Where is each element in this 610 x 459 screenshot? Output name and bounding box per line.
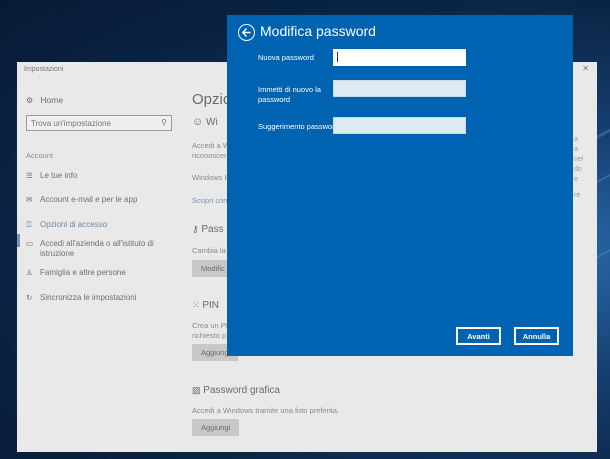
next-button[interactable]: Avanti	[456, 327, 501, 345]
sidebar-item-label: Opzioni di accesso	[40, 220, 108, 229]
sidebar-item-sign-in-options[interactable]: ⚿ Opzioni di accesso	[26, 220, 176, 230]
sidebar-item-family[interactable]: ♙ Famiglia e altre persone	[26, 268, 176, 278]
windows-hello-text-2: riconoscer	[192, 151, 227, 160]
password-description: Cambia la	[192, 246, 226, 255]
sidebar-item-label: Sincronizza le impostazioni	[40, 293, 137, 302]
right-text-fragment: nel	[574, 156, 584, 163]
password-hint-input[interactable]	[333, 117, 466, 134]
text-caret	[337, 52, 338, 62]
sync-icon: ↻	[26, 293, 33, 302]
confirm-password-label: Immetti di nuovo la password	[258, 85, 321, 104]
pin-heading: ⁙ PIN	[192, 300, 219, 311]
right-text-fragment: a	[574, 136, 578, 143]
gear-icon: ⚙	[26, 96, 34, 105]
sidebar-section-account: Account	[26, 151, 54, 160]
active-item-indicator	[17, 234, 20, 247]
right-text-fragment: do	[574, 166, 582, 173]
new-password-label: Nuova password	[258, 53, 314, 62]
briefcase-icon: ▭	[26, 239, 34, 248]
settings-search-input[interactable]: Trova un'impostazione ⚲	[26, 115, 172, 131]
sidebar-item-email-accounts[interactable]: ✉ Account e-mail e per le app	[26, 195, 176, 205]
page-title: Opzio	[192, 91, 232, 108]
sidebar-item-label: Famiglia e altre persone	[40, 268, 126, 277]
sidebar-item-label: Accedi all'azienda o all'istituto di ist…	[40, 239, 154, 258]
people-icon: ♙	[26, 268, 33, 277]
sidebar-home-label: Home	[40, 95, 64, 105]
settings-sidebar: ⚙ Home Trova un'impostazione ⚲ Account ☰…	[17, 78, 179, 452]
password-hint-label: Suggerimento password	[258, 122, 339, 131]
add-picture-password-button[interactable]: Aggiungi	[192, 419, 240, 436]
sidebar-home[interactable]: ⚙ Home	[26, 95, 63, 105]
key-icon: ⚿	[26, 220, 32, 229]
picture-password-heading: ▨ Password grafica	[192, 385, 280, 396]
windows-hello-heading: ☺ Wi	[192, 116, 218, 128]
key-icon: ⚷	[192, 224, 199, 234]
sidebar-item-work-school[interactable]: ▭ Accedi all'azienda o all'istituto di is…	[26, 239, 176, 259]
sidebar-item-your-info[interactable]: ☰ Le tue info	[26, 171, 176, 181]
windows-hello-text-3: Windows H	[192, 173, 230, 182]
dialog-title: Modifica password	[260, 23, 376, 39]
pin-description-1: Crea un PI	[192, 321, 228, 330]
window-close-icon[interactable]: ✕	[582, 64, 589, 73]
picture-password-description: Accedi a Windows tramite una foto prefer…	[192, 406, 340, 415]
windows-hello-text-1: Accedi a W	[192, 141, 230, 150]
mail-icon: ✉	[26, 195, 33, 204]
settings-window-title: Impostazioni	[24, 66, 64, 73]
new-password-input[interactable]	[333, 49, 466, 66]
sidebar-item-sync[interactable]: ↻ Sincronizza le impostazioni	[26, 293, 176, 303]
picture-icon: ▨	[192, 385, 201, 395]
search-placeholder: Trova un'impostazione	[31, 119, 111, 128]
back-arrow-icon	[241, 27, 251, 38]
right-text-fragment: e	[574, 176, 578, 183]
back-button[interactable]	[238, 24, 255, 41]
keypad-icon: ⁙	[192, 300, 200, 310]
change-password-dialog: Modifica password Nuova password Immetti…	[227, 15, 573, 356]
person-card-icon: ☰	[26, 171, 33, 180]
pin-description-2: richiesto p	[192, 331, 227, 340]
smiley-icon: ☺	[192, 116, 204, 128]
cancel-button[interactable]: Annulla	[514, 327, 559, 345]
password-heading: ⚷ Pass	[192, 224, 224, 235]
search-icon: ⚲	[161, 118, 167, 127]
confirm-password-input[interactable]	[333, 80, 466, 97]
right-link-fragment[interactable]: re	[574, 192, 580, 199]
sidebar-item-label: Le tue info	[40, 171, 78, 180]
learn-more-link[interactable]: Scopri com	[192, 196, 230, 205]
sidebar-item-label: Account e-mail e per le app	[40, 195, 138, 204]
right-text-fragment: a	[574, 146, 578, 153]
